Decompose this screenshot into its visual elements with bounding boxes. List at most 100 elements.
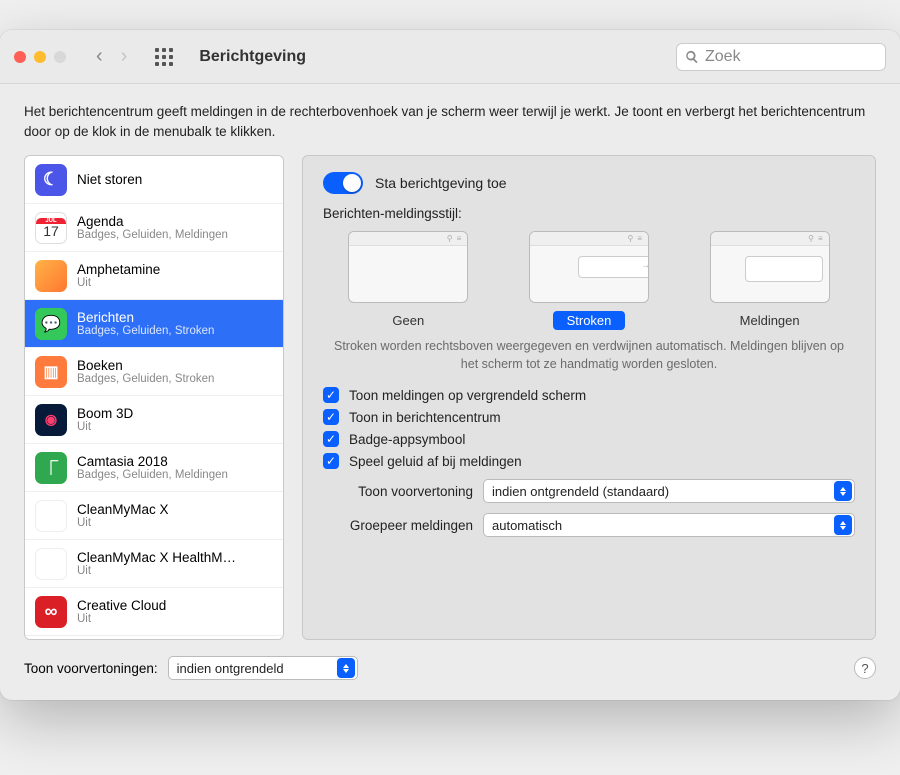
books-icon [35,356,67,388]
window-controls [14,51,66,63]
alert-style-banners-label: Stroken [553,311,626,330]
app-subtitle: Badges, Geluiden, Stroken [77,325,214,337]
detail-pane: Sta berichtgeving toe Berichten-meldings… [302,155,876,640]
app-subtitle: Uit [77,613,166,625]
allow-notifications-label: Sta berichtgeving toe [375,175,507,191]
app-name: Agenda [77,214,228,229]
allow-notifications-row: Sta berichtgeving toe [323,172,855,194]
moon-icon [35,164,67,196]
app-subtitle: Badges, Geluiden, Meldingen [77,469,228,481]
chevron-updown-icon [834,515,852,535]
badge-icon-checkbox[interactable]: ✓ [323,431,339,447]
search-field[interactable]: Zoek [676,43,886,71]
sidebar-item-camtasia[interactable]: Camtasia 2018 Badges, Geluiden, Meldinge… [25,444,283,492]
global-preview-label: Toon voorvertoningen: [24,661,158,676]
search-icon [685,50,699,64]
badge-icon-label: Badge-appsymbool [349,432,465,447]
sidebar-item-berichten[interactable]: Berichten Badges, Geluiden, Stroken [25,300,283,348]
alert-style-none[interactable]: ⚲≡ Geen [348,231,468,330]
app-subtitle: Uit [77,277,160,289]
calendar-icon: JUL 17 [35,212,67,244]
app-subtitle: Badges, Geluiden, Meldingen [77,229,228,241]
show-in-center-row: ✓ Toon in berichtencentrum [323,409,855,425]
content-area: Het berichtencentrum geeft meldingen in … [0,84,900,700]
show-in-center-checkbox[interactable]: ✓ [323,409,339,425]
sidebar-item-creative-cloud[interactable]: Creative Cloud Uit [25,588,283,636]
alert-style-explain: Stroken worden rechtsboven weergegeven e… [327,338,851,373]
show-preview-label: Toon voorvertoning [323,484,483,499]
sidebar-item-amphetamine[interactable]: Amphetamine Uit [25,252,283,300]
app-name: CleanMyMac X HealthM… [77,550,236,565]
show-on-lock-row: ✓ Toon meldingen op vergrendeld scherm [323,387,855,403]
boom3d-icon [35,404,67,436]
nav-arrows: ‹ › [96,45,127,68]
pane-title: Berichtgeving [199,48,306,66]
preferences-window: ‹ › Berichtgeving Zoek Het berichtencent… [0,30,900,700]
app-name: Niet storen [77,172,142,187]
chevron-updown-icon [337,658,355,678]
global-preview-value: indien ontgrendeld [177,661,284,676]
app-subtitle: Badges, Geluiden, Stroken [77,373,214,385]
show-preview-value: indien ontgrendeld (standaard) [492,484,669,499]
app-subtitle: Uit [77,517,169,529]
forward-button[interactable]: › [121,45,128,68]
group-notifications-select[interactable]: automatisch [483,513,855,537]
sidebar-item-agenda[interactable]: JUL 17 Agenda Badges, Geluiden, Meldinge… [25,204,283,252]
camtasia-icon [35,452,67,484]
alert-style-banners-preview: ⚲≡ [529,231,649,303]
app-name: Camtasia 2018 [77,454,228,469]
sidebar-item-do-not-disturb[interactable]: Niet storen [25,156,283,204]
alert-style-options: ⚲≡ Geen ⚲≡ Stroken ⚲≡ [323,231,855,330]
global-preview-select[interactable]: indien ontgrendeld [168,656,358,680]
group-notifications-label: Groepeer meldingen [323,518,483,533]
zoom-window-button[interactable] [54,51,66,63]
play-sound-label: Speel geluid af bij meldingen [349,454,522,469]
app-name: Creative Cloud [77,598,166,613]
back-button[interactable]: ‹ [96,45,103,68]
alert-style-alerts-label: Meldingen [726,311,814,330]
sidebar-item-boom3d[interactable]: Boom 3D Uit [25,396,283,444]
alert-style-heading: Berichten-meldingsstijl: [323,206,855,221]
group-notifications-value: automatisch [492,518,562,533]
help-button[interactable]: ? [854,657,876,679]
app-name: Boom 3D [77,406,133,421]
app-name: Boeken [77,358,214,373]
alert-style-alerts-preview: ⚲≡ [710,231,830,303]
minimize-window-button[interactable] [34,51,46,63]
chevron-updown-icon [834,481,852,501]
app-list[interactable]: Niet storen JUL 17 Agenda Badges, Geluid… [24,155,284,640]
alert-style-alerts[interactable]: ⚲≡ Meldingen [710,231,830,330]
sidebar-item-cleanmymac-health[interactable]: CleanMyMac X HealthM… Uit [25,540,283,588]
search-placeholder: Zoek [705,48,741,66]
sidebar-item-boeken[interactable]: Boeken Badges, Geluiden, Stroken [25,348,283,396]
group-notifications-row: Groepeer meldingen automatisch [323,513,855,537]
creative-cloud-icon [35,596,67,628]
play-sound-checkbox[interactable]: ✓ [323,453,339,469]
show-preview-select[interactable]: indien ontgrendeld (standaard) [483,479,855,503]
sidebar-item-cleanmymac[interactable]: CleanMyMac X Uit [25,492,283,540]
pill-icon [35,260,67,292]
alert-style-none-preview: ⚲≡ [348,231,468,303]
allow-notifications-toggle[interactable] [323,172,363,194]
cleanmymac-health-icon [35,548,67,580]
show-on-lock-checkbox[interactable]: ✓ [323,387,339,403]
show-all-icon[interactable] [155,48,173,66]
app-subtitle: Uit [77,565,236,577]
show-on-lock-label: Toon meldingen op vergrendeld scherm [349,388,586,403]
alert-style-banners[interactable]: ⚲≡ Stroken [529,231,649,330]
messages-icon [35,308,67,340]
intro-text: Het berichtencentrum geeft meldingen in … [24,102,876,141]
close-window-button[interactable] [14,51,26,63]
show-preview-row: Toon voorvertoning indien ontgrendeld (s… [323,479,855,503]
badge-icon-row: ✓ Badge-appsymbool [323,431,855,447]
show-in-center-label: Toon in berichtencentrum [349,410,501,425]
footer-row: Toon voorvertoningen: indien ontgrendeld… [24,656,876,680]
app-name: Amphetamine [77,262,160,277]
sidebar-item-facetime[interactable]: FaceTime [25,636,283,640]
app-subtitle: Uit [77,421,133,433]
panes: Niet storen JUL 17 Agenda Badges, Geluid… [24,155,876,640]
alert-style-none-label: Geen [378,311,438,330]
app-name: CleanMyMac X [77,502,169,517]
cleanmymac-icon [35,500,67,532]
app-name: Berichten [77,310,214,325]
